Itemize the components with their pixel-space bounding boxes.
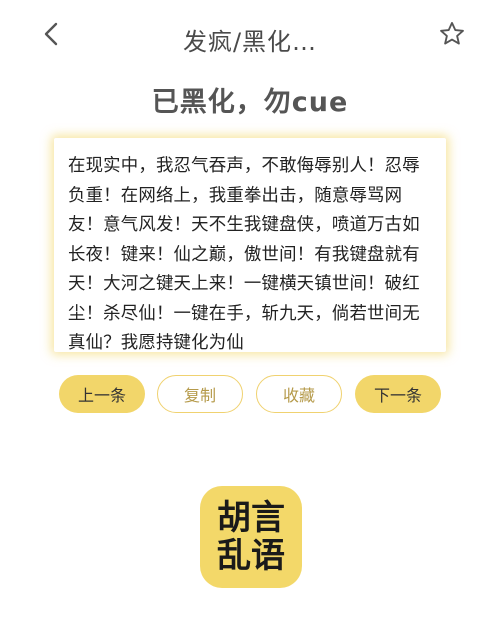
logo-line-1: 胡言 (217, 498, 285, 538)
category-heading: 已黑化，勿cue (151, 87, 349, 118)
app-logo: 胡言 乱语 (200, 486, 302, 588)
quote-text: 在现实中，我忍气吞声，不敢侮辱别人！忍辱负重！在网络上，我重拳出击，随意辱骂网友… (68, 156, 420, 353)
collect-button[interactable]: 收藏 (256, 375, 342, 413)
top-nav-bar: 发疯/黑化… (0, 0, 500, 76)
star-outline-icon (438, 20, 466, 52)
previous-button[interactable]: 上一条 (59, 375, 145, 413)
logo-line-2: 乱语 (217, 536, 285, 576)
favorite-button[interactable] (434, 18, 470, 54)
copy-button[interactable]: 复制 (157, 375, 243, 413)
quote-card: 在现实中，我忍气吞声，不敢侮辱别人！忍辱负重！在网络上，我重拳出击，随意辱骂网友… (54, 138, 446, 353)
nav-title: 发疯/黑化… (182, 28, 318, 56)
next-button[interactable]: 下一条 (355, 375, 441, 413)
logo-text: 胡言 乱语 (217, 499, 285, 575)
action-buttons: 上一条 复制 收藏 下一条 (0, 375, 500, 415)
